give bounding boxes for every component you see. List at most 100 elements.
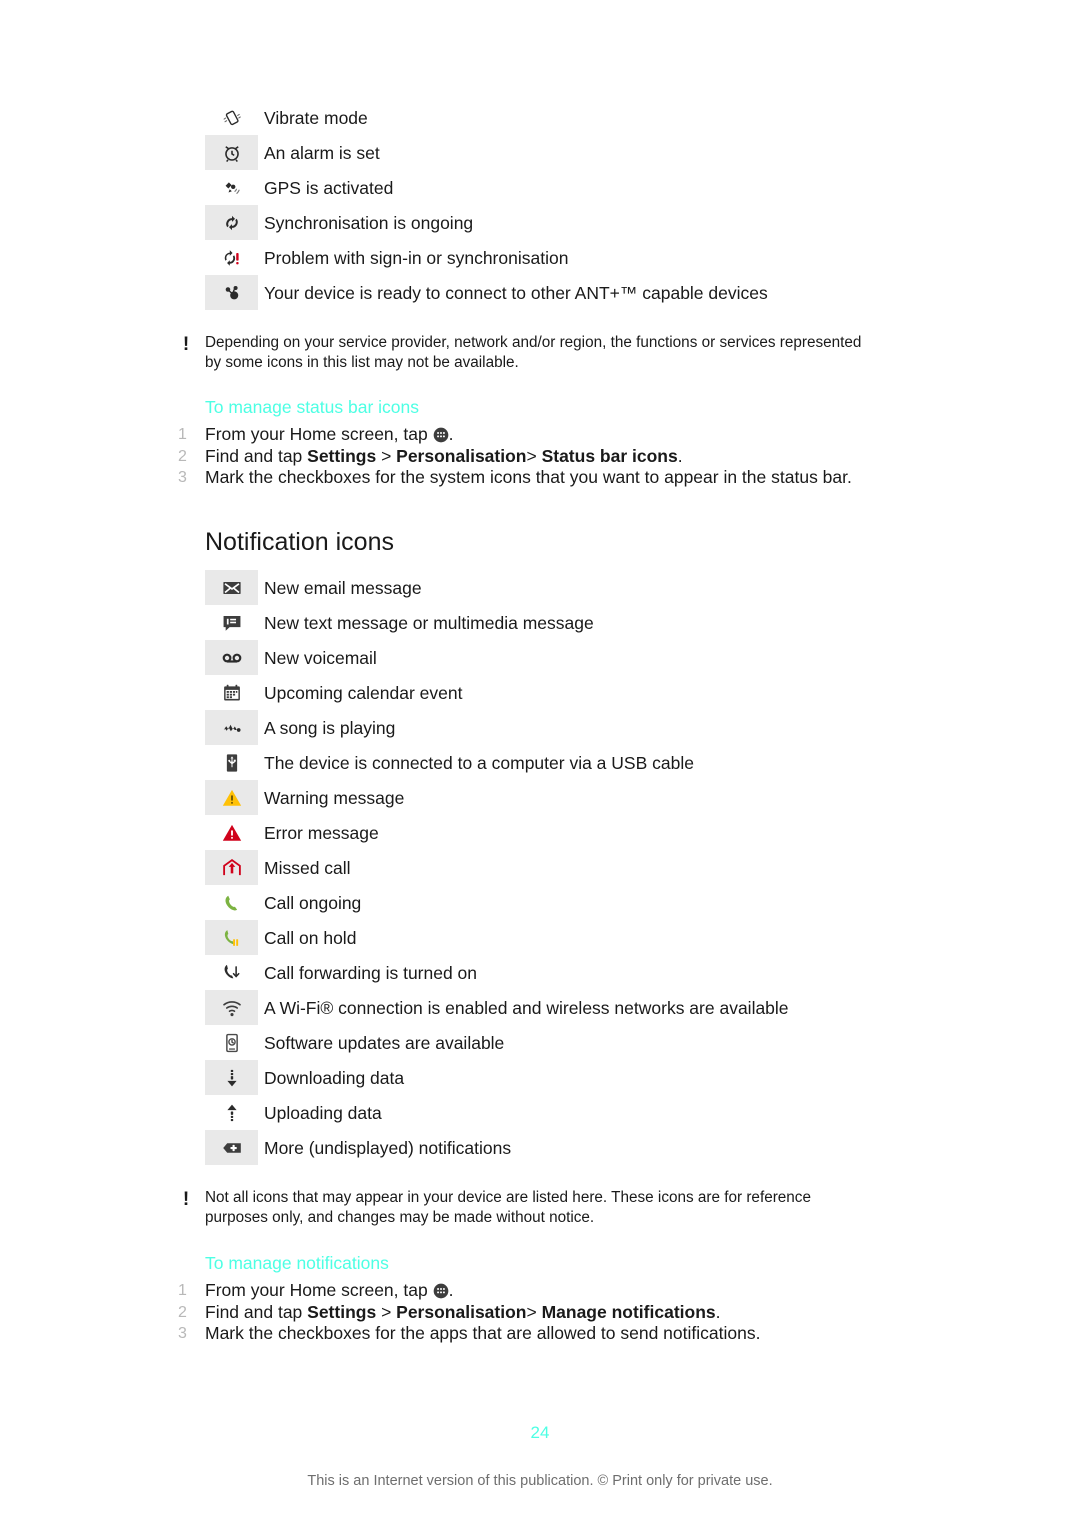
icon-table-row: New text message or multimedia message: [205, 605, 1025, 640]
icon-table-row: An alarm is set: [205, 135, 1025, 170]
heading-to-manage-status-bar-icons: To manage status bar icons: [205, 397, 420, 417]
missed-call-icon: [205, 850, 258, 885]
icon-table-row: Call on hold: [205, 920, 1025, 955]
procedure-step: 1 From your Home screen, tap .: [175, 424, 935, 446]
icon-description: Uploading data: [264, 1102, 382, 1123]
sms-message-icon: [205, 605, 258, 640]
icon-table-row: More (undisplayed) notifications: [205, 1130, 1025, 1165]
error-icon: [205, 815, 258, 850]
step-text-fragment: Mark the checkboxes for the system icons…: [205, 467, 852, 487]
status-bar-icon-table: Vibrate mode An alarm is set GPS is activa…: [205, 100, 1025, 310]
icon-description: Missed call: [264, 857, 351, 878]
icon-description: Your device is ready to connect to other…: [264, 282, 768, 303]
procedure-step: 3 Mark the checkboxes for the apps that a…: [175, 1323, 935, 1345]
step-text-fragment: >: [376, 445, 397, 466]
icon-table-row: Vibrate mode: [205, 100, 1025, 135]
icon-table-row: A Wi-Fi® connection is enabled and wirel…: [205, 990, 1025, 1025]
more-notifications-icon: [205, 1130, 258, 1165]
icon-description: Call on hold: [264, 927, 357, 948]
procedure-step: 3 Mark the checkboxes for the system icon…: [175, 467, 935, 489]
note-text: Not all icons that may appear in your de…: [205, 1189, 811, 1226]
step-text: Find and tap Settings > Personalisation>…: [205, 1302, 935, 1324]
icon-description: More (undisplayed) notifications: [264, 1137, 512, 1158]
step-text-fragment: .: [677, 445, 683, 466]
icon-description: Software updates are available: [264, 1032, 505, 1053]
steps-manage-notifications: 1 From your Home screen, tap . 2 Find and t…: [175, 1280, 935, 1345]
icon-description: GPS is activated: [264, 177, 394, 198]
icon-table-row: A song is playing: [205, 710, 1025, 745]
step-text: From your Home screen, tap .: [205, 1280, 935, 1302]
note-icons-reference: ! Not all icons that may appear in your …: [175, 1188, 875, 1228]
alarm-clock-icon: [205, 135, 258, 170]
step-text: Mark the checkboxes for the apps that ar…: [205, 1323, 935, 1345]
step-number: 2: [178, 447, 187, 465]
ui-path-segment: Settings: [307, 1301, 377, 1322]
ui-path-segment: Personalisation: [396, 1301, 527, 1322]
icon-table-row: Missed call: [205, 850, 1025, 885]
step-text-fragment: >: [376, 1301, 397, 1322]
icon-description: Upcoming calendar event: [264, 682, 463, 703]
page-title-notification-icons: Notification icons: [205, 528, 394, 556]
icon-table-row: Call forwarding is turned on: [205, 955, 1025, 990]
ant-plus-icon: [205, 275, 258, 310]
step-number: 3: [178, 1325, 187, 1342]
icon-table-row: Your device is ready to connect to other…: [205, 275, 1025, 310]
icon-description: The device is connected to a computer vi…: [264, 752, 694, 773]
ui-path-segment: Personalisation: [396, 445, 527, 466]
step-text-fragment: Mark the checkboxes for the apps that ar…: [205, 1323, 761, 1343]
step-number: 2: [178, 1303, 187, 1321]
footer-disclaimer: This is an Internet version of this publ…: [307, 1473, 773, 1489]
launcher-icon: [433, 1280, 449, 1300]
sync-icon: [205, 205, 258, 240]
icon-description: A song is playing: [264, 717, 396, 738]
step-text: Find and tap Settings > Personalisation>…: [205, 446, 935, 468]
procedure-step: 2 Find and tap Settings > Personalisation…: [175, 446, 935, 468]
icon-table-row: Problem with sign-in or synchronisation: [205, 240, 1025, 275]
icon-table-row: Software updates are available: [205, 1025, 1025, 1060]
step-text-fragment: .: [448, 424, 454, 444]
icon-description: Call forwarding is turned on: [264, 962, 478, 983]
icon-description: Call ongoing: [264, 892, 362, 913]
procedure-step: 1 From your Home screen, tap .: [175, 1280, 935, 1302]
step-text-fragment: >: [526, 445, 542, 466]
step-text-fragment: .: [715, 1301, 721, 1322]
call-ongoing-icon: [205, 885, 258, 920]
icon-description: New text message or multimedia message: [264, 612, 594, 633]
step-number: 1: [178, 1282, 187, 1299]
wifi-icon: [205, 990, 258, 1025]
icon-description: Vibrate mode: [264, 107, 368, 128]
note-exclamation-icon: !: [182, 334, 190, 355]
step-text-fragment: From your Home screen, tap: [205, 424, 433, 444]
icon-table-row: The device is connected to a computer vi…: [205, 745, 1025, 780]
manual-page: Vibrate mode An alarm is set GPS is activa…: [0, 0, 1080, 1527]
icon-table-row: Upcoming calendar event: [205, 675, 1025, 710]
usb-icon: [205, 745, 258, 780]
note-text: Depending on your service provider, netw…: [205, 334, 862, 371]
gps-satellite-icon: [205, 170, 258, 205]
download-icon: [205, 1060, 258, 1095]
ui-path-segment: Status bar icons: [541, 445, 678, 466]
voicemail-icon: [205, 640, 258, 675]
step-text-fragment: >: [526, 1301, 542, 1322]
icon-table-row: Uploading data: [205, 1095, 1025, 1130]
step-text-fragment: Find and tap: [205, 445, 308, 466]
step-number: 3: [178, 469, 187, 486]
ui-path-segment: Settings: [307, 445, 377, 466]
icon-description: An alarm is set: [264, 142, 380, 163]
notification-icon-table: New email message New text message or mul…: [205, 570, 1025, 1165]
step-text: From your Home screen, tap .: [205, 424, 935, 446]
step-text-fragment: From your Home screen, tap: [205, 1280, 433, 1300]
music-note-icon: [205, 710, 258, 745]
upload-icon: [205, 1095, 258, 1130]
note-exclamation-icon: !: [182, 1189, 190, 1210]
icon-table-row: New voicemail: [205, 640, 1025, 675]
step-number: 1: [178, 426, 187, 443]
icon-table-row: Error message: [205, 815, 1025, 850]
step-text: Mark the checkboxes for the system icons…: [205, 467, 935, 489]
page-number: 24: [530, 1423, 550, 1442]
icon-table-row: GPS is activated: [205, 170, 1025, 205]
icon-table-row: Downloading data: [205, 1060, 1025, 1095]
icon-table-row: Synchronisation is ongoing: [205, 205, 1025, 240]
call-forwarding-icon: [205, 955, 258, 990]
icon-table-row: Warning message: [205, 780, 1025, 815]
